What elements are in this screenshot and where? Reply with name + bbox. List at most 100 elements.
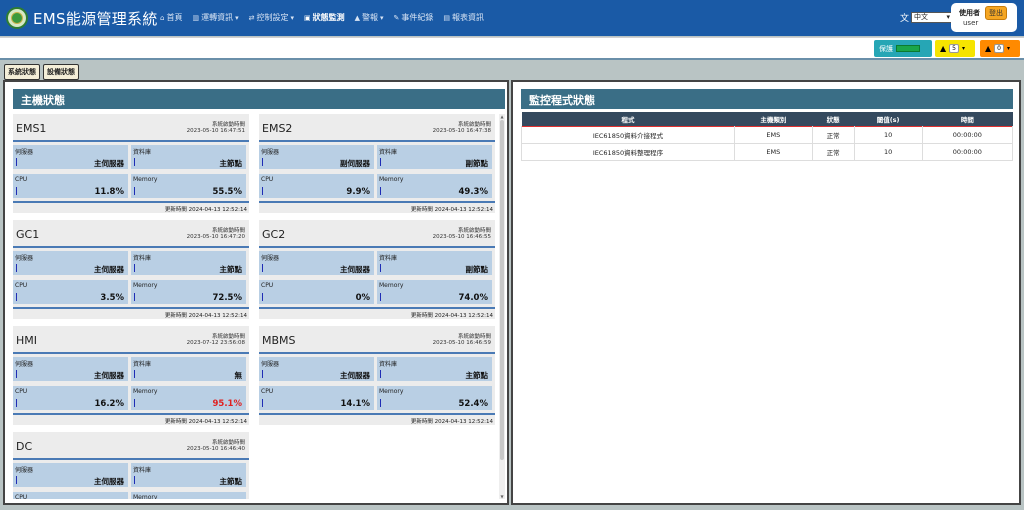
memory-value: 52.4%	[458, 399, 489, 409]
protect-status-button[interactable]: 保護	[874, 40, 932, 57]
cell-server: 伺服器 主伺服器	[13, 251, 128, 275]
cell-cpu: CPU	[13, 492, 128, 499]
chevron-down-icon: ▾	[961, 45, 965, 52]
card-divider	[259, 246, 495, 248]
host-name: EMS1	[16, 122, 47, 135]
table-cell: 10	[853, 142, 923, 161]
nav-item-0[interactable]: ⌂ 首頁	[160, 12, 182, 23]
nav-item-2[interactable]: ⇄ 控制設定 ▾	[249, 12, 294, 23]
cpu-indicator	[262, 293, 263, 301]
card-divider	[13, 413, 249, 415]
cell-memory: Memory 95.1%	[131, 386, 246, 410]
cell-cpu: CPU 0%	[259, 280, 374, 304]
host-name: DC	[16, 440, 33, 453]
table-row[interactable]: IEC61850資料整理程序 EMS 正常 10 00:00:00	[521, 142, 1014, 161]
alarm-icon: ▲	[354, 13, 360, 22]
server-value: 副伺服器	[340, 159, 370, 168]
host-card-dc[interactable]: DC 系統啟動時間 2023-05-10 16:46:40 伺服器 主伺服器 資料庫 主節點…	[13, 432, 249, 499]
boot-time-label: 系統啟動時間	[211, 440, 245, 446]
db-label: 資料庫	[133, 255, 152, 262]
cell-cpu: CPU 16.2%	[13, 386, 128, 410]
chart-icon: ▥	[192, 13, 200, 22]
chevron-down-icon: ▾	[235, 13, 239, 22]
tab-system-status[interactable]: 系統狀態	[4, 64, 40, 80]
app-title: EMS能源管理系統	[33, 10, 158, 28]
chevron-down-icon: ▾	[380, 13, 384, 22]
db-label: 資料庫	[133, 361, 152, 368]
column-header-1: 主機類別	[734, 112, 813, 126]
boot-time-label: 系統啟動時間	[211, 122, 245, 128]
update-time: 更新時間 2024-04-13 12:52:14	[410, 419, 493, 425]
home-icon: ⌂	[160, 13, 165, 22]
host-card-gc2[interactable]: GC2 系統啟動時間 2023-05-10 16:46:55 伺服器 主伺服器 資料庫 副節…	[259, 220, 495, 319]
nav-item-6[interactable]: ▤ 報表資訊	[443, 12, 484, 23]
update-time: 更新時間 2024-04-13 12:52:14	[164, 207, 247, 213]
scroll-down-icon[interactable]: ▼	[499, 494, 505, 499]
report-icon: ▤	[443, 13, 451, 22]
card-divider	[13, 201, 249, 203]
nav-item-5[interactable]: ✎ 事件紀錄	[394, 12, 434, 23]
card-divider	[259, 140, 495, 142]
db-indicator	[134, 158, 135, 166]
host-name: GC1	[16, 228, 40, 241]
table-cell: IEC61850資料整理程序	[521, 142, 735, 161]
host-name: GC2	[262, 228, 286, 241]
nav-label: 運轉資訊	[201, 13, 234, 22]
nav-item-1[interactable]: ▥ 運轉資訊 ▾	[192, 12, 238, 23]
logout-button[interactable]: 登出	[985, 6, 1007, 20]
tab-device-status[interactable]: 設備狀態	[43, 64, 79, 80]
card-divider	[13, 458, 249, 460]
boot-time: 2023-05-10 16:47:51	[186, 128, 245, 134]
cell-cpu: CPU 3.5%	[13, 280, 128, 304]
column-header-3: 閾值(s)	[854, 112, 923, 126]
cpu-label: CPU	[15, 388, 28, 395]
host-card-ems1[interactable]: EMS1 系統啟動時間 2023-05-10 16:47:51 伺服器 主伺服器 資料庫主…	[13, 114, 249, 213]
column-header-4: 時間	[922, 112, 1013, 126]
db-indicator	[134, 476, 135, 484]
db-value: 主節點	[219, 159, 243, 168]
scroll-up-icon[interactable]: ▲	[499, 114, 505, 119]
server-indicator	[16, 370, 17, 378]
db-label: 資料庫	[133, 467, 152, 474]
warning-orange-button[interactable]: ▲ 0 ▾	[980, 40, 1020, 57]
cpu-indicator	[16, 399, 17, 407]
cpu-indicator	[262, 187, 263, 195]
host-card-list[interactable]: EMS1 系統啟動時間 2023-05-10 16:47:51 伺服器 主伺服器 資料庫主…	[13, 114, 503, 499]
db-value: 主節點	[219, 477, 243, 486]
boot-time-label: 系統啟動時間	[457, 228, 491, 234]
host-card-ems2[interactable]: EMS2 系統啟動時間 2023-05-10 16:47:38 伺服器 副伺服器 資料庫副…	[259, 114, 495, 213]
server-indicator	[16, 264, 17, 272]
nav-item-3[interactable]: ▣ 狀態監測	[304, 12, 345, 23]
table-row[interactable]: IEC61850資料介接程式 EMS 正常 10 00:00:00	[521, 125, 1014, 144]
cpu-value: 3.5%	[100, 293, 124, 303]
db-value: 副節點	[465, 159, 489, 168]
warning-yellow-button[interactable]: ▲ 5 ▾	[935, 40, 975, 57]
host-card-mbms[interactable]: MBMS 系統啟動時間 2023-05-10 16:46:59 伺服器 主伺服器 資料庫主…	[259, 326, 495, 425]
memory-indicator	[134, 187, 135, 195]
cpu-value: 14.1%	[340, 399, 371, 409]
language-select[interactable]: 中文 ▾	[911, 12, 954, 23]
scroll-thumb[interactable]	[500, 120, 504, 460]
user-label: 使用者	[959, 9, 980, 17]
host-card-hmi[interactable]: HMI 系統啟動時間 2023-07-12 23:56:08 伺服器 主伺服器 資料庫無 C…	[13, 326, 249, 425]
boot-time-label: 系統啟動時間	[211, 334, 245, 340]
memory-indicator	[380, 399, 381, 407]
server-value: 主伺服器	[340, 265, 370, 274]
boot-time: 2023-05-10 16:46:59	[432, 340, 491, 346]
boot-time: 2023-05-10 16:46:40	[186, 446, 245, 452]
memory-value: 72.5%	[212, 293, 243, 303]
nav-item-4[interactable]: ▲ 警報 ▾	[355, 12, 384, 23]
language-switcher: 文 中文 ▾	[900, 11, 954, 24]
cell-db: 資料庫 主節點	[131, 251, 246, 275]
cpu-label: CPU	[15, 282, 28, 289]
update-time: 更新時間 2024-04-13 12:52:14	[410, 207, 493, 213]
scrollbar[interactable]: ▲ ▼	[499, 114, 505, 499]
host-card-gc1[interactable]: GC1 系統啟動時間 2023-05-10 16:47:20 伺服器 主伺服器 資料庫 主節…	[13, 220, 249, 319]
main-nav: ⌂ 首頁 ▥ 運轉資訊 ▾ ⇄ 控制設定 ▾ ▣ 狀態監測 ▲ 警報 ▾ ✎ 事件紀錄 ▤ 報表資訊	[160, 12, 484, 23]
memory-label: Memory	[379, 388, 404, 395]
db-label: 資料庫	[379, 149, 398, 156]
nav-label: 狀態監測	[312, 13, 345, 22]
table-cell: IEC61850資料介接程式	[521, 125, 735, 144]
boot-time-label: 系統啟動時間	[211, 228, 245, 234]
memory-indicator	[134, 293, 135, 301]
